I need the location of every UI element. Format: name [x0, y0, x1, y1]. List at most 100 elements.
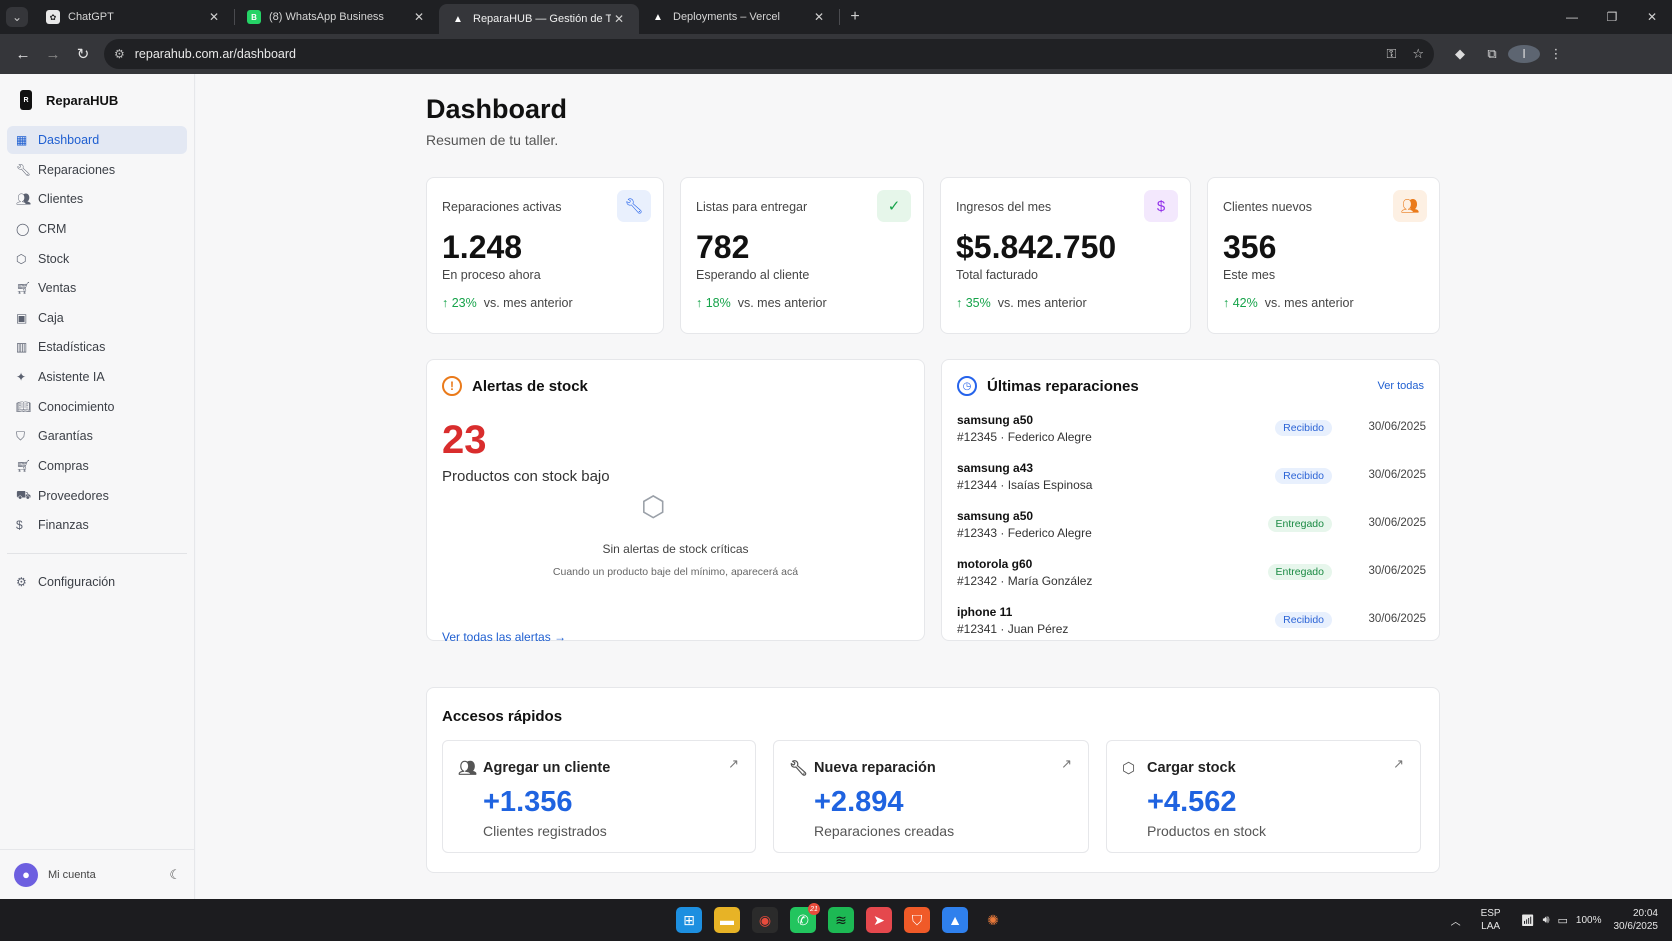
- close-icon[interactable]: ✕: [811, 10, 827, 24]
- repair-row[interactable]: samsung a43 #12344 · Isaías Espinosa Rec…: [957, 461, 1426, 501]
- brave-icon[interactable]: ⛉: [904, 907, 930, 933]
- send-app-icon[interactable]: ➤: [866, 907, 892, 933]
- tab-title: ChatGPT: [68, 11, 114, 23]
- sparkle-app-icon[interactable]: ✺: [980, 907, 1006, 933]
- restore-icon[interactable]: ❐: [1592, 0, 1632, 34]
- photos-icon[interactable]: ▲: [942, 907, 968, 933]
- sidebar-item-dashboard[interactable]: ▦ Dashboard: [7, 126, 187, 154]
- kpi-subtitle: Total facturado: [956, 268, 1038, 282]
- sidebar-item-proveedores[interactable]: ⛟ Proveedores: [7, 482, 187, 510]
- wrench-icon: 🔧︎: [617, 190, 651, 222]
- chrome-icon[interactable]: ◉: [752, 907, 778, 933]
- sidebar-item-label: Stock: [38, 251, 70, 266]
- lang-layout: LAA: [1481, 921, 1501, 932]
- browser-tab-reparahub[interactable]: ▲ ReparaHUB — Gestión de Taller ✕: [439, 4, 639, 34]
- close-window-icon[interactable]: ✕: [1632, 0, 1672, 34]
- repair-row[interactable]: samsung a50 #12343 · Federico Alegre Ent…: [957, 509, 1426, 549]
- url-text[interactable]: reparahub.com.ar/dashboard: [135, 47, 1371, 61]
- external-arrow-icon: ↗: [1061, 756, 1072, 771]
- browser-toolbar: ← → ↻ ⚙ reparahub.com.ar/dashboard ⚿ ☆ ◆…: [0, 34, 1672, 74]
- sidebar-item-ventas[interactable]: 🛒︎ Ventas: [7, 274, 187, 302]
- bookmark-star-icon[interactable]: ☆: [1412, 46, 1424, 62]
- kpi-label: Clientes nuevos: [1223, 200, 1312, 214]
- quick-access-add-client[interactable]: 👥︎ Agregar un cliente ↗ +1.356 Clientes r…: [442, 740, 756, 853]
- sidebar-item-reparaciones[interactable]: 🔧︎ Reparaciones: [7, 156, 187, 184]
- menu-kebab-icon[interactable]: ⋮: [1540, 46, 1572, 62]
- quick-access-label: Nueva reparación: [814, 760, 936, 776]
- dark-mode-toggle-icon[interactable]: ☾: [169, 867, 181, 883]
- browser-tab-whatsapp[interactable]: B (8) WhatsApp Business ✕: [235, 0, 439, 34]
- kpi-trend: ↑ 18% vs. mes anterior: [696, 296, 827, 310]
- sidebar-item-finanzas[interactable]: $ Finanzas: [7, 511, 187, 539]
- close-icon[interactable]: ✕: [411, 10, 427, 24]
- new-tab-button[interactable]: +: [840, 8, 870, 26]
- extension-icon[interactable]: ◆: [1444, 46, 1476, 62]
- browser-tab-chatgpt[interactable]: ✿ ChatGPT ✕: [34, 0, 234, 34]
- volume-icon[interactable]: 🔊︎: [1543, 914, 1550, 927]
- close-icon[interactable]: ✕: [611, 12, 627, 26]
- kpi-trend-value: 35%: [965, 296, 991, 310]
- account-menu[interactable]: ● Mi cuenta ☾: [0, 849, 195, 899]
- sidebar-item-caja[interactable]: ▣ Caja: [7, 304, 187, 332]
- sidebar-item-conocimiento[interactable]: 📖︎ Conocimiento: [7, 393, 187, 421]
- sidebar-item-garantias[interactable]: ⛉ Garantías: [7, 422, 187, 450]
- sidebar-item-estadisticas[interactable]: ▥ Estadísticas: [7, 333, 187, 361]
- quick-access-load-stock[interactable]: ⬡ Cargar stock ↗ +4.562 Productos en stoc…: [1106, 740, 1421, 853]
- kpi-card-ingresos-del-mes[interactable]: Ingresos del mes $ $5.842.750 Total fact…: [940, 177, 1191, 334]
- sidebar-item-label: Reparaciones: [38, 162, 116, 177]
- puzzle-extensions-icon[interactable]: ⧉: [1476, 46, 1508, 62]
- kpi-card-reparaciones-activas[interactable]: Reparaciones activas 🔧︎ 1.248 En proceso…: [426, 177, 664, 334]
- low-stock-label: Productos con stock bajo: [442, 468, 610, 485]
- reload-icon[interactable]: ↻: [68, 39, 98, 69]
- password-key-icon[interactable]: ⚿: [1386, 46, 1396, 62]
- address-bar[interactable]: ⚙ reparahub.com.ar/dashboard ⚿ ☆: [104, 39, 1434, 69]
- profile-icon[interactable]: I: [1508, 45, 1540, 63]
- repair-row[interactable]: samsung a50 #12345 · Federico Alegre Rec…: [957, 413, 1426, 453]
- repair-row[interactable]: iphone 11 #12341 · Juan Pérez Recibido 3…: [957, 605, 1426, 645]
- spotify-icon[interactable]: ≋: [828, 907, 854, 933]
- kpi-card-clientes-nuevos[interactable]: Clientes nuevos 👥︎ 356 Este mes ↑ 42% vs…: [1207, 177, 1440, 334]
- close-icon[interactable]: ✕: [206, 10, 222, 24]
- whatsapp-icon[interactable]: ✆ 21: [790, 903, 820, 933]
- language-indicator[interactable]: ESP LAA: [1481, 907, 1501, 933]
- gear-icon: ⚙: [16, 575, 27, 590]
- sidebar-item-stock[interactable]: ⬡ Stock: [7, 245, 187, 273]
- forward-icon[interactable]: →: [38, 39, 68, 69]
- file-explorer-icon[interactable]: ▬: [714, 907, 740, 933]
- sidebar-item-label: Finanzas: [38, 518, 89, 533]
- status-badge: Entregado: [1267, 516, 1332, 532]
- clock[interactable]: 20:04 30/6/2025: [1614, 907, 1659, 933]
- minimize-icon[interactable]: —: [1552, 0, 1592, 34]
- repair-meta: #12344 · Isaías Espinosa: [957, 478, 1093, 492]
- sidebar-item-asistente-ia[interactable]: ✦ Asistente IA: [7, 363, 187, 391]
- recent-repairs-card: ◷ Últimas reparaciones Ver todas samsung…: [941, 359, 1440, 641]
- battery-icon[interactable]: ▭: [1558, 914, 1568, 927]
- clock-date: 30/6/2025: [1613, 921, 1659, 932]
- quick-access-new-repair[interactable]: 🔧︎ Nueva reparación ↗ +2.894 Reparaciones…: [773, 740, 1089, 853]
- package-icon: ⬡: [16, 251, 27, 266]
- chevron-up-icon[interactable]: ︿: [1451, 913, 1461, 928]
- lang-code: ESP: [1480, 908, 1501, 919]
- wifi-icon[interactable]: 📶︎: [1521, 914, 1535, 927]
- status-badge: Recibido: [1275, 468, 1332, 484]
- sidebar-item-clientes[interactable]: 👥︎ Clientes: [7, 185, 187, 213]
- page-subtitle: Resumen de tu taller.: [426, 132, 559, 148]
- brand[interactable]: R ReparaHUB: [0, 74, 194, 126]
- kpi-card-listas-para-entregar[interactable]: Listas para entregar ✓ 782 Esperando al …: [680, 177, 924, 334]
- sidebar-item-configuracion[interactable]: ⚙ Configuración: [7, 568, 187, 596]
- windows-start-icon[interactable]: ⊞: [676, 907, 702, 933]
- cash-box-icon: ▣: [16, 310, 28, 325]
- repair-row[interactable]: motorola g60 #12342 · María González Ent…: [957, 557, 1426, 597]
- back-icon[interactable]: ←: [8, 39, 38, 69]
- view-all-alerts-link[interactable]: Ver todas las alertas →: [442, 630, 566, 644]
- repair-device: motorola g60: [957, 557, 1033, 571]
- sidebar-item-compras[interactable]: 🛒︎ Compras: [7, 452, 187, 480]
- package-icon: ⬡: [641, 491, 666, 522]
- tab-search-button[interactable]: ⌄: [0, 0, 34, 34]
- view-all-repairs-link[interactable]: Ver todas: [1378, 380, 1424, 392]
- site-info-icon[interactable]: ⚙: [114, 47, 125, 61]
- sparkles-icon: ✦: [16, 370, 27, 385]
- browser-tab-vercel[interactable]: ▲ Deployments – Vercel ✕: [639, 0, 839, 34]
- sidebar-settings-group: ⚙ Configuración: [0, 568, 194, 596]
- sidebar-item-crm[interactable]: ◯ CRM: [7, 215, 187, 243]
